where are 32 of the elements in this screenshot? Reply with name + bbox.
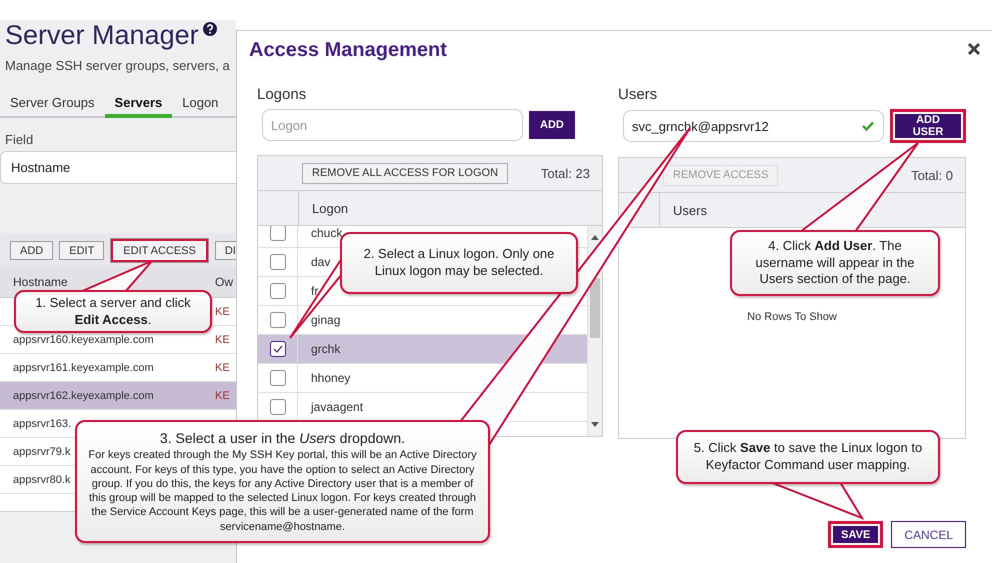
instruction-tooltip: 4. Click Add User. The username will appear in the Users section of the page. (730, 230, 940, 296)
page-title: Server Manager (5, 20, 199, 50)
table-cell-text: grchk (310, 342, 340, 356)
table-cell: KE (215, 334, 230, 346)
table-cell-text: dav (310, 255, 330, 269)
section-label: Users (618, 86, 658, 103)
tooltip-text: For keys created through the My SSH Key portal, this will be an Active Directory account. For keys of this type, you have the option to select an Active Directory group. If you do this, the keys for any Active Directory user that is a member of this group will be mapped to the selected Linux logon. For keys created through the Service Account Keys page, this will be a user-generated name of the form servicename@hostname. (87, 448, 478, 534)
table-cell: appsrvr163. (13, 418, 72, 430)
table-cell: KE (215, 362, 230, 374)
section-label: Logons (257, 86, 308, 103)
table-cell: appsrvr162.keyexample.com (13, 390, 154, 402)
table-cell-text: javaagent (310, 400, 364, 414)
table-cell: appsrvr161.keyexample.com (13, 362, 154, 374)
table-cell-text: chuck (310, 226, 342, 240)
toolbar-button: REMOVE ACCESS (663, 164, 778, 186)
table-cell-text: hhoney (310, 371, 350, 385)
dialog-title: Access Management (249, 39, 447, 62)
total-count: Total: 23 (540, 166, 590, 180)
table-cell: appsrvr79.k (13, 446, 70, 458)
table-cell: appsrvr80.k (13, 474, 70, 486)
page-subtitle: Manage SSH server groups, servers, a (4, 57, 231, 73)
empty-message: No Rows To Show (747, 311, 837, 323)
field-label: Field (4, 131, 34, 147)
table-cell-text: ginag (310, 313, 340, 327)
table-cell-text: fr (310, 284, 318, 298)
instruction-tooltip: 5. Click Save to save the Linux logon to Keyfactor Command user mapping. (676, 430, 940, 484)
table-cell: KE (215, 390, 230, 402)
table-cell: KE (215, 306, 230, 318)
total-count: Total: 0 (911, 168, 953, 182)
tooltip-heading: 3. Select a user in the Users dropdown. (158, 429, 406, 448)
instruction-tooltip: 1. Select a server and click Edit Access. (14, 290, 212, 333)
table-cell: appsrvr160.keyexample.com (13, 334, 154, 346)
